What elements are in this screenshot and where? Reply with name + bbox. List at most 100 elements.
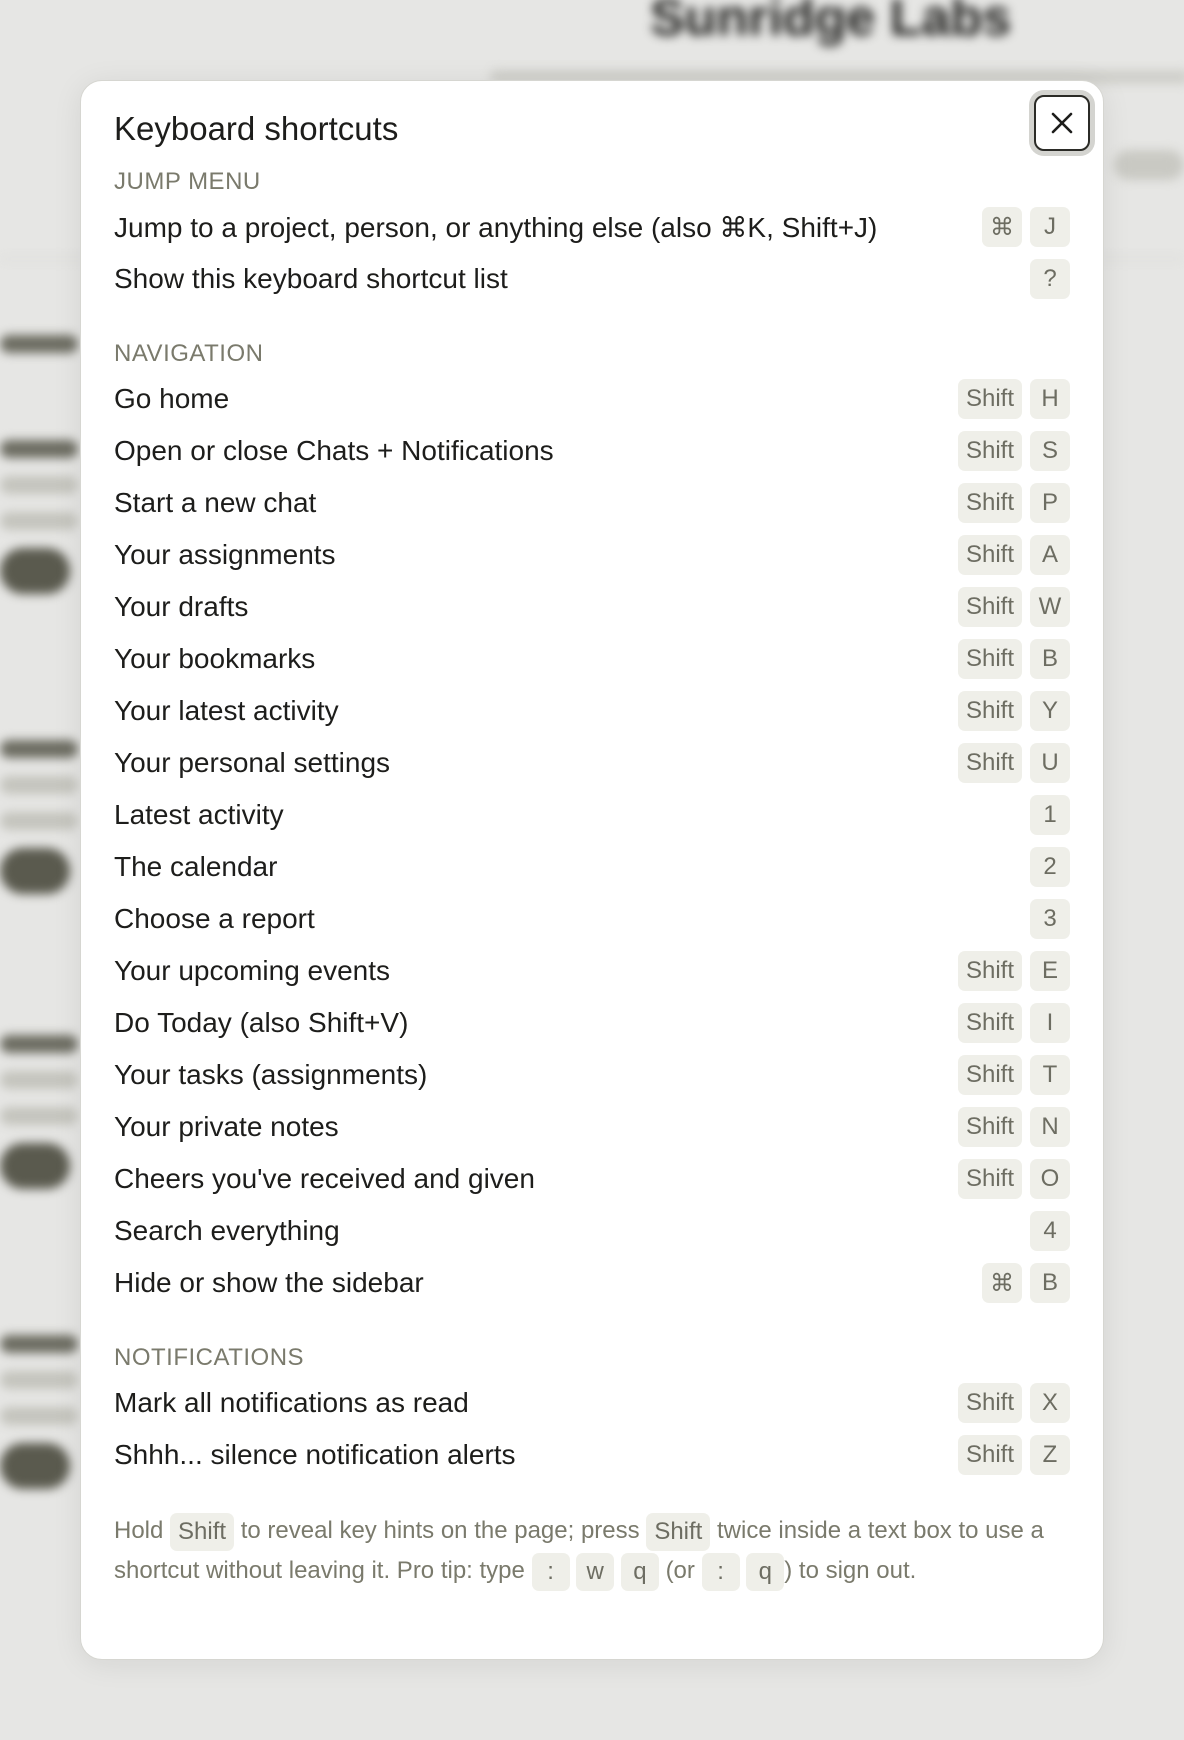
- shortcut-keys: Shift T: [957, 1055, 1070, 1095]
- shortcut-keys: ⌘ J: [982, 207, 1070, 247]
- key-cap: T: [1030, 1055, 1070, 1095]
- key-cap: E: [1030, 951, 1070, 991]
- shortcut-label: Jump to a project, person, or anything e…: [114, 211, 878, 243]
- key-cap: Shift: [957, 587, 1022, 627]
- background-card: [0, 335, 78, 371]
- shortcut-keys: Shift B: [957, 639, 1070, 679]
- key-cap: 3: [1030, 899, 1070, 939]
- dialog-title: Keyboard shortcuts: [114, 110, 399, 147]
- key-cap: ⌘: [982, 207, 1022, 247]
- key-cap: Y: [1030, 691, 1070, 731]
- shortcut-label: Your assignments: [114, 539, 336, 570]
- shortcut-keys: Shift Y: [957, 691, 1070, 731]
- shortcut-row: Your latest activity Shift Y: [114, 685, 1070, 737]
- shortcut-keys: Shift A: [957, 535, 1070, 575]
- shortcut-label: Your tasks (assignments): [114, 1059, 428, 1090]
- close-button[interactable]: [1034, 95, 1090, 151]
- key-cap: H: [1030, 379, 1070, 419]
- shortcut-keys: ?: [1030, 259, 1070, 299]
- shortcut-keys: Shift X: [957, 1383, 1070, 1423]
- shortcut-keys: Shift E: [957, 951, 1070, 991]
- key-hint: w: [576, 1552, 615, 1591]
- shortcut-row: Your bookmarks Shift B: [114, 633, 1070, 685]
- shortcut-label: Your personal settings: [114, 747, 391, 778]
- key-cap: Shift: [957, 483, 1022, 523]
- key-cap: X: [1030, 1383, 1070, 1423]
- key-cap: W: [1030, 587, 1070, 627]
- shortcut-row: Cheers you've received and given Shift O: [114, 1153, 1070, 1205]
- shortcut-row: Search everything 4: [114, 1205, 1070, 1257]
- shortcut-keys: ⌘ B: [982, 1263, 1070, 1303]
- key-hint: q: [746, 1552, 785, 1591]
- key-cap: N: [1030, 1107, 1070, 1147]
- key-cap: B: [1030, 1263, 1070, 1303]
- section-heading: JUMP MENU: [114, 168, 261, 195]
- shortcut-keys: 4: [1030, 1211, 1070, 1251]
- shortcut-section: NOTIFICATIONS Mark all notifications as r…: [114, 1339, 1070, 1481]
- key-cap: ?: [1030, 259, 1070, 299]
- shortcut-label: Your private notes: [114, 1111, 339, 1142]
- key-cap: U: [1030, 743, 1070, 783]
- shortcut-row: Your personal settings Shift U: [114, 737, 1070, 789]
- key-cap: 1: [1030, 795, 1070, 835]
- shortcut-keys: Shift S: [957, 431, 1070, 471]
- key-cap: Shift: [957, 951, 1022, 991]
- shortcut-keys: Shift U: [957, 743, 1070, 783]
- shortcut-label: Latest activity: [114, 799, 284, 830]
- footnote: Hold Shift to reveal key hints on the pa…: [114, 1511, 1070, 1591]
- shortcut-keys: Shift Z: [957, 1435, 1070, 1475]
- shortcut-label: Do Today (also Shift+V): [114, 1007, 409, 1038]
- shortcut-row: Shhh... silence notification alerts Shift…: [114, 1429, 1070, 1481]
- key-cap: Shift: [957, 431, 1022, 471]
- shortcut-keys: Shift H: [957, 379, 1070, 419]
- shortcut-label: Your upcoming events: [114, 955, 391, 986]
- shortcut-row: Go home Shift H: [114, 373, 1070, 425]
- shortcut-label: Hide or show the sidebar: [114, 1267, 424, 1298]
- background-card: [0, 1035, 78, 1189]
- shortcut-label: Your latest activity: [114, 695, 339, 726]
- key-cap: Shift: [957, 1003, 1022, 1043]
- shortcut-row: Latest activity 1: [114, 789, 1070, 841]
- shortcut-label: Show this keyboard shortcut list: [114, 263, 508, 294]
- shortcut-keys: Shift W: [957, 587, 1070, 627]
- shortcut-row: Your upcoming events Shift E: [114, 945, 1070, 997]
- shortcut-label: Shhh... silence notification alerts: [114, 1439, 516, 1470]
- key-cap: Shift: [957, 1159, 1022, 1199]
- shortcut-keys: Shift N: [957, 1107, 1070, 1147]
- key-cap: Shift: [957, 535, 1022, 575]
- key-hint: :: [701, 1552, 740, 1591]
- shortcut-label: Start a new chat: [114, 487, 317, 518]
- shortcut-row: The calendar 2: [114, 841, 1070, 893]
- background-card: [0, 740, 78, 894]
- shortcut-row: Do Today (also Shift+V) Shift I: [114, 997, 1070, 1049]
- shortcut-keys: 3: [1030, 899, 1070, 939]
- shortcut-label: Cheers you've received and given: [114, 1163, 535, 1194]
- key-cap: Shift: [957, 1055, 1022, 1095]
- shortcut-keys: 2: [1030, 847, 1070, 887]
- shortcut-row: Show this keyboard shortcut list?: [114, 253, 1070, 305]
- key-cap: ⌘: [982, 1263, 1022, 1303]
- key-cap: Shift: [957, 743, 1022, 783]
- shortcut-row: Open or close Chats + Notifications Shift…: [114, 425, 1070, 477]
- section-heading: NAVIGATION: [114, 340, 264, 367]
- background-card: [0, 1335, 78, 1489]
- key-cap: Shift: [957, 691, 1022, 731]
- key-cap: P: [1030, 483, 1070, 523]
- shortcut-keys: Shift O: [957, 1159, 1070, 1199]
- key-cap: 4: [1030, 1211, 1070, 1251]
- shortcut-label: Go home: [114, 383, 230, 414]
- shortcut-row: Your assignments Shift A: [114, 529, 1070, 581]
- key-hint: :: [531, 1552, 570, 1591]
- background-title: Sunridge Labs: [650, 0, 1012, 47]
- shortcut-label: Search everything: [114, 1215, 340, 1246]
- key-cap: 2: [1030, 847, 1070, 887]
- section-heading: NOTIFICATIONS: [114, 1344, 305, 1371]
- key-cap: B: [1030, 639, 1070, 679]
- key-cap: Shift: [957, 1383, 1022, 1423]
- background-card: [0, 440, 78, 594]
- shortcut-section: JUMP MENU Jump to a project, person, or a…: [114, 163, 1070, 305]
- shortcut-row: Your tasks (assignments) Shift T: [114, 1049, 1070, 1101]
- key-cap: I: [1030, 1003, 1070, 1043]
- key-cap: O: [1030, 1159, 1070, 1199]
- shortcut-row: Mark all notifications as read Shift X: [114, 1377, 1070, 1429]
